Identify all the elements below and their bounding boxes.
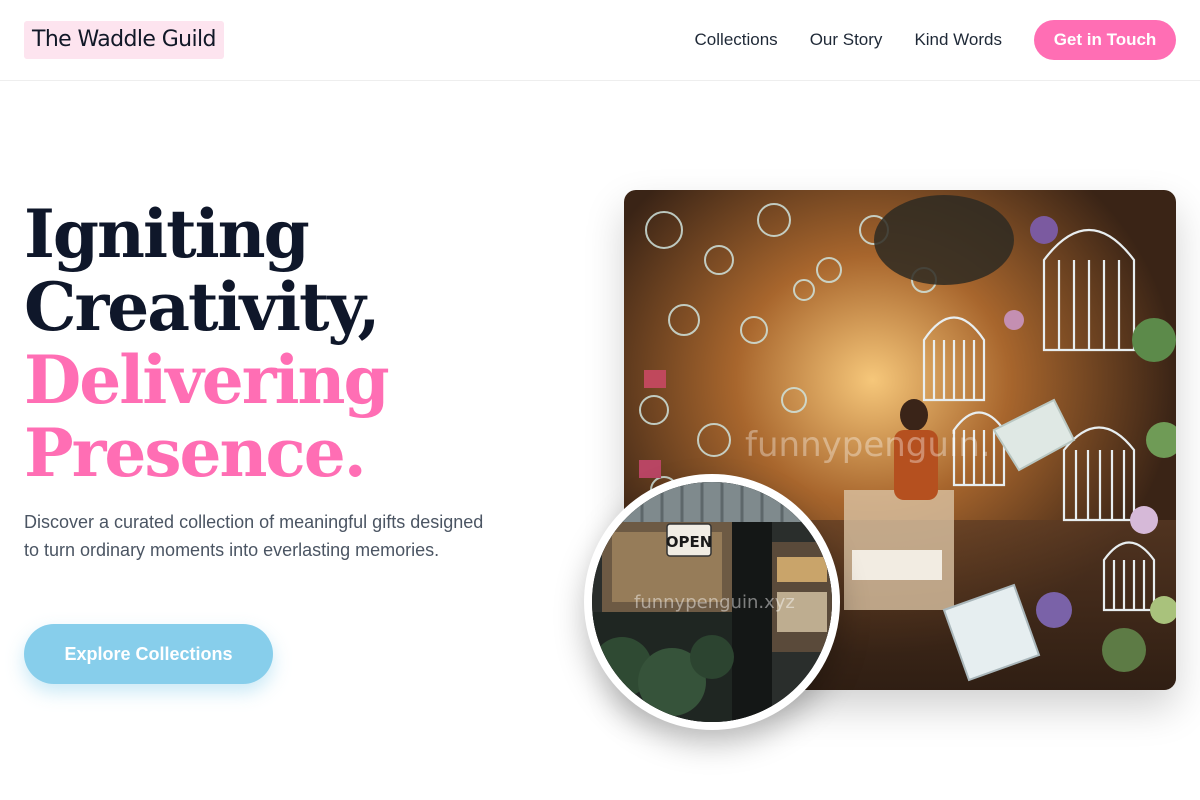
headline-line-1: Igniting — [24, 195, 310, 273]
headline-line-2: Creativity, — [24, 268, 381, 346]
brand-logo[interactable]: The Waddle Guild — [24, 21, 224, 59]
headline-accent-line-2: Presence. — [24, 414, 367, 492]
hero-headline: Igniting Creativity, Delivering Presence… — [24, 198, 544, 490]
headline-accent-line-1: Delivering — [24, 341, 390, 419]
nav-link-our-story[interactable]: Our Story — [810, 30, 883, 50]
hero-round-image: OPEN — [584, 474, 840, 730]
open-sign: OPEN — [666, 533, 713, 551]
get-in-touch-button[interactable]: Get in Touch — [1034, 20, 1176, 60]
nav-link-collections[interactable]: Collections — [695, 30, 778, 50]
nav-link-kind-words[interactable]: Kind Words — [914, 30, 1002, 50]
explore-collections-button[interactable]: Explore Collections — [24, 624, 273, 684]
storefront-photo: OPEN — [592, 482, 832, 722]
main-nav: Collections Our Story Kind Words Get in … — [695, 20, 1176, 60]
hero-description: Discover a curated collection of meaning… — [24, 512, 484, 560]
site-header: The Waddle Guild Collections Our Story K… — [0, 0, 1200, 81]
